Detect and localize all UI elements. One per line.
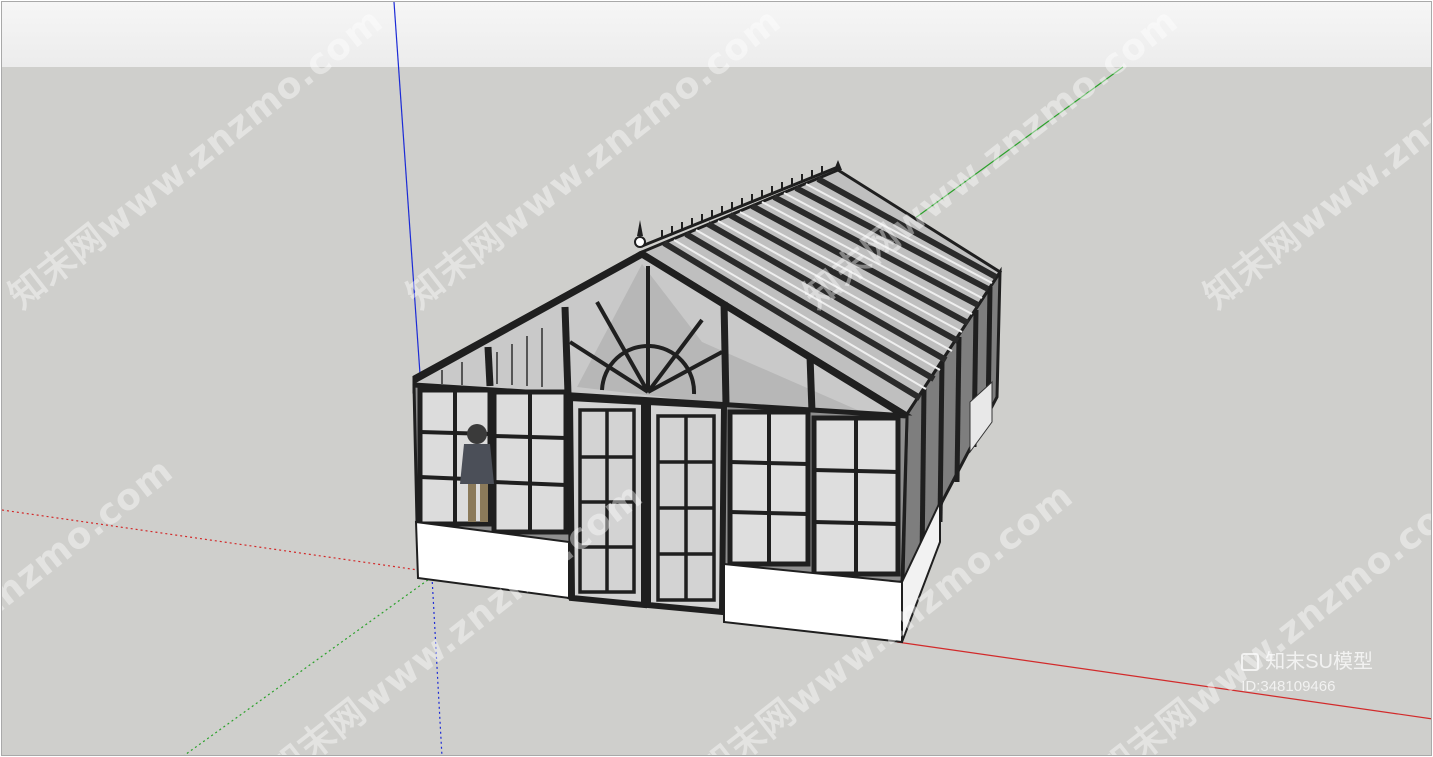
right-windows bbox=[727, 409, 901, 577]
brand-name: 知末SU模型 bbox=[1265, 651, 1373, 673]
finial-back bbox=[834, 160, 842, 170]
finial-front bbox=[634, 220, 646, 248]
brand-badge: 知末SU模型 ID:348109466 bbox=[1241, 645, 1373, 695]
brand-logo-icon bbox=[1241, 653, 1260, 671]
model-id: ID:348109466 bbox=[1241, 678, 1336, 695]
left-windows bbox=[417, 387, 569, 535]
blue-axis bbox=[393, 2, 421, 375]
sketchup-viewport[interactable]: 知末网www.znzmo.com 知末网www.znzmo.com 知末网www… bbox=[1, 1, 1432, 756]
